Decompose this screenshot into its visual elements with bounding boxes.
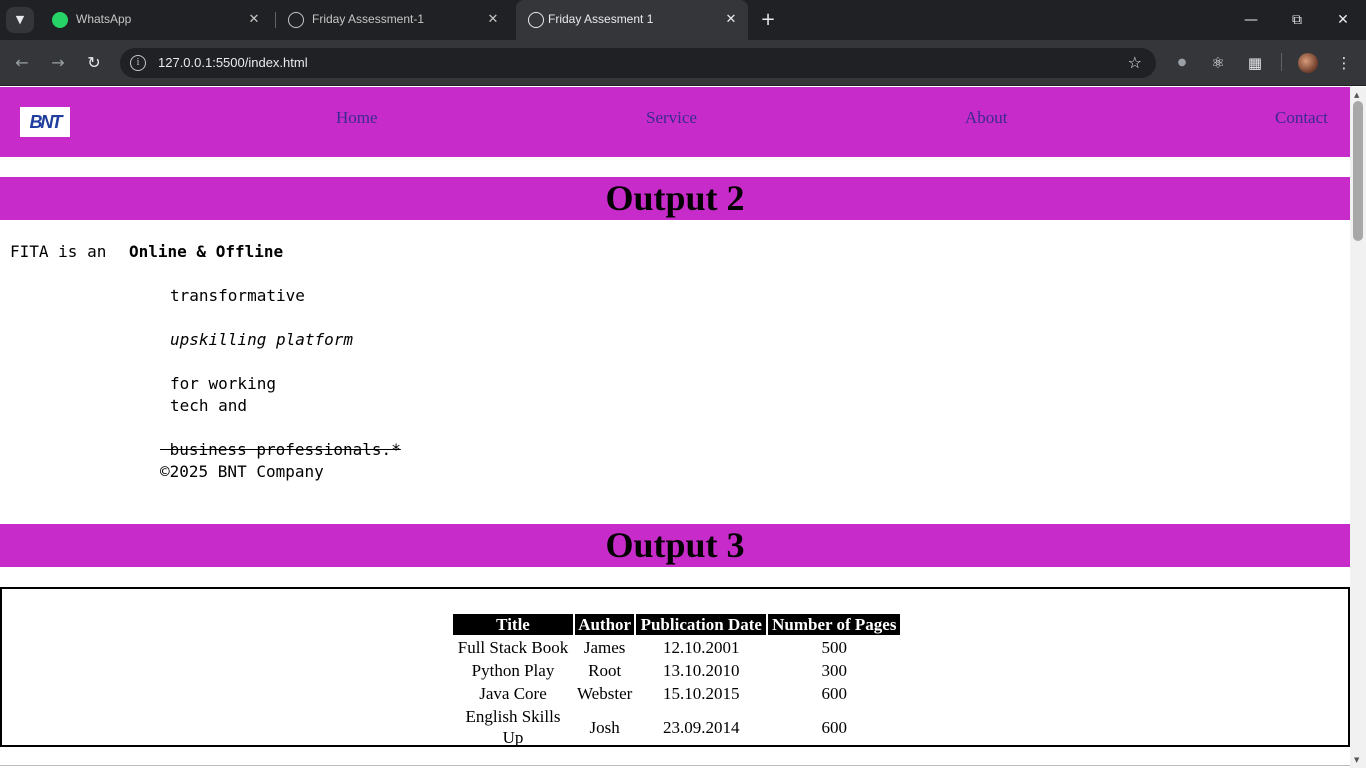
online-offline-bold: Online & Offline [129, 242, 284, 261]
nav-contact-link[interactable]: Contact [1275, 108, 1328, 128]
books-table: Title Author Publication Date Number of … [451, 612, 902, 750]
whatsapp-icon [52, 12, 68, 28]
close-tab-icon[interactable]: ✕ [723, 11, 739, 27]
tech-and-text: tech and [170, 396, 248, 415]
page-viewport: BNT Home Service About Contact Output 2 … [0, 87, 1366, 768]
minimize-icon[interactable]: — [1241, 10, 1261, 30]
vertical-scrollbar[interactable]: ▲ ▼ [1350, 87, 1366, 768]
new-tab-plus-icon[interactable]: + [758, 10, 778, 30]
transformative-text: transformative [170, 286, 305, 305]
cell-title: Java Core [479, 684, 547, 703]
bnt-logo[interactable]: BNT [20, 107, 70, 137]
books-table-container: Title Author Publication Date Number of … [0, 587, 1350, 747]
cell-pages: 300 [821, 661, 848, 680]
address-bar[interactable]: i 127.0.0.1:5500/index.html ☆ [120, 48, 1156, 78]
table-row: Java Core Webster 15.10.2015 600 [453, 683, 900, 704]
toolbar-divider [1281, 53, 1282, 71]
table-header-row: Title Author Publication Date Number of … [453, 614, 901, 635]
bookmark-star-icon[interactable]: ☆ [1128, 53, 1142, 72]
scroll-up-arrow-icon[interactable]: ▲ [1354, 91, 1359, 99]
site-info-icon[interactable]: i [130, 55, 146, 71]
tab-title: Friday Assesment 1 [548, 12, 654, 26]
table-row: Full Stack Book James 12.10.2001 500 [453, 637, 900, 658]
cell-publication-date: 13.10.2010 [663, 661, 740, 680]
table-row: English Skills Up Josh 23.09.2014 600 [453, 706, 900, 748]
extensions-puzzle-icon[interactable]: ▦ [1245, 53, 1265, 73]
reload-icon[interactable]: ↻ [84, 53, 104, 73]
tab-title: Friday Assessment-1 [312, 12, 425, 26]
forward-arrow-icon[interactable]: → [48, 53, 68, 73]
cell-pages: 600 [821, 717, 848, 737]
browser-tab-strip: ▼ WhatsApp ✕ Friday Assessment-1 ✕ Frida… [0, 0, 1366, 40]
close-tab-icon[interactable]: ✕ [485, 11, 501, 27]
cell-pages: 600 [821, 684, 848, 703]
business-professionals-strikethrough: business professionals.* [160, 440, 401, 459]
nav-home-link[interactable]: Home [336, 108, 378, 128]
header-number-of-pages: Number of Pages [768, 614, 901, 635]
cell-title: Full Stack Book [457, 638, 569, 657]
page-content: BNT Home Service About Contact Output 2 … [0, 87, 1350, 768]
tab-title: WhatsApp [76, 12, 132, 26]
nav-about-link[interactable]: About [965, 108, 1008, 128]
react-devtools-icon[interactable]: ⚛ [1208, 53, 1228, 73]
more-menu-icon[interactable]: ⋮ [1334, 53, 1354, 73]
tab-search-chevron-icon[interactable]: ▼ [6, 7, 34, 33]
cell-publication-date: 23.09.2014 [663, 717, 740, 737]
extension-dot-icon[interactable]: ● [1172, 53, 1192, 73]
globe-icon [288, 12, 304, 28]
fita-intro-text: FITA is an [10, 242, 107, 261]
cell-author: Root [588, 661, 622, 680]
header-title: Title [453, 614, 573, 635]
cell-publication-date: 12.10.2001 [663, 638, 740, 657]
output-2-heading: Output 2 [0, 177, 1350, 220]
cell-author: James [583, 638, 626, 657]
close-window-icon[interactable]: ✕ [1333, 10, 1353, 30]
cell-publication-date: 15.10.2015 [663, 684, 740, 703]
upskilling-platform-italic: upskilling platform [170, 330, 354, 349]
close-tab-icon[interactable]: ✕ [246, 11, 262, 27]
header-publication-date: Publication Date [636, 614, 767, 635]
table-row: Python Play Root 13.10.2010 300 [453, 660, 900, 681]
address-url[interactable]: 127.0.0.1:5500/index.html [158, 55, 308, 70]
tab-friday-assesment-1-active[interactable]: Friday Assesment 1 ✕ [516, 0, 748, 40]
globe-icon [528, 12, 544, 28]
copyright-text: ©2025 BNT Company [160, 462, 324, 481]
cell-author: Josh [589, 717, 620, 737]
scrollbar-thumb[interactable] [1353, 101, 1363, 241]
for-working-text: for working [170, 374, 276, 393]
tab-whatsapp[interactable]: WhatsApp ✕ [40, 0, 272, 40]
tab-friday-assessment-1[interactable]: Friday Assessment-1 ✕ [276, 0, 512, 40]
browser-toolbar: ← → ↻ i 127.0.0.1:5500/index.html ☆ ● ⚛ … [0, 40, 1366, 86]
nav-service-link[interactable]: Service [646, 108, 697, 128]
back-arrow-icon[interactable]: ← [12, 53, 32, 73]
cell-title: English Skills Up [465, 707, 561, 747]
header-author: Author [575, 614, 635, 635]
output-3-heading: Output 3 [0, 524, 1350, 567]
cell-pages: 500 [821, 638, 848, 657]
site-header-nav: BNT Home Service About Contact [0, 87, 1350, 157]
scroll-down-arrow-icon[interactable]: ▼ [1354, 756, 1359, 764]
cell-author: Webster [577, 684, 633, 703]
profile-avatar[interactable] [1298, 53, 1318, 73]
restore-icon[interactable]: ⧉ [1287, 10, 1307, 30]
cell-title: Python Play [471, 661, 555, 680]
